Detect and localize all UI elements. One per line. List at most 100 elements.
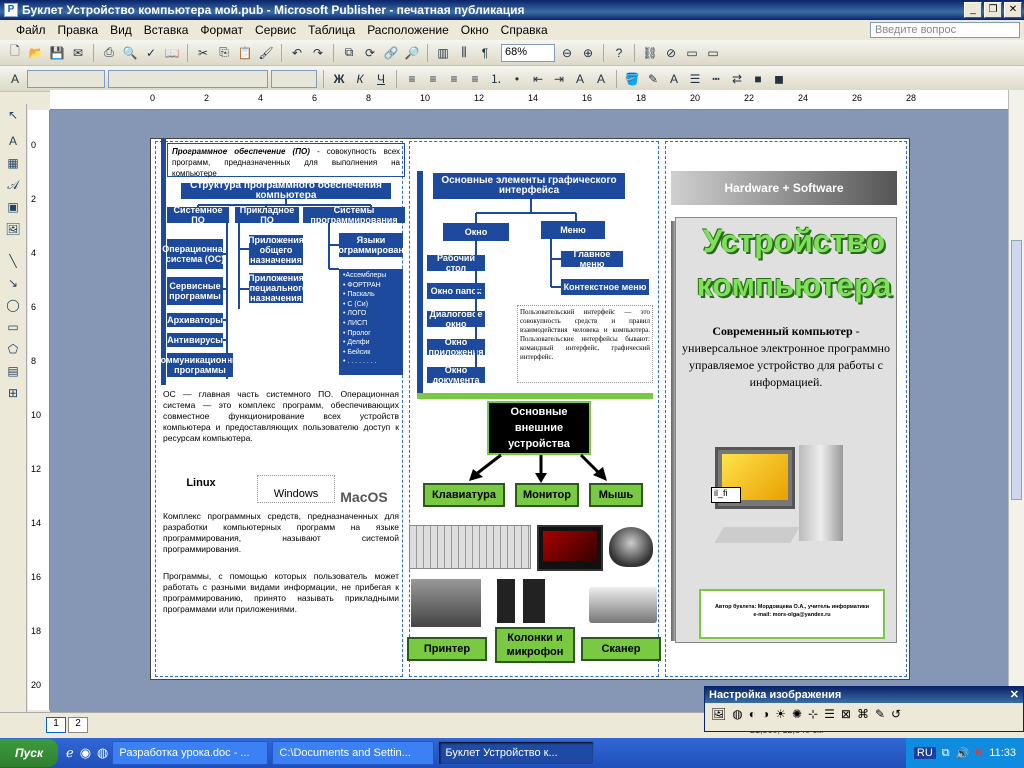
font-color-icon[interactable]: A [665, 70, 683, 88]
bring-front-icon[interactable]: ⧉ [340, 44, 358, 62]
network-icon[interactable]: ⧉ [942, 747, 950, 760]
os-paragraph[interactable]: ОС — главная часть системного ПО. Операц… [163, 389, 399, 444]
menu-tools[interactable]: Сервис [249, 23, 302, 37]
pilcrow-icon[interactable]: ¶ [476, 44, 494, 62]
next-frame-icon[interactable]: ▭ [683, 44, 701, 62]
devices-title[interactable]: Основные внешние устройства [487, 401, 591, 455]
less-contrast-icon[interactable]: ◑ [762, 707, 769, 721]
style-icon[interactable]: A [6, 70, 24, 88]
link-icon[interactable]: ⛓ [641, 44, 659, 62]
publication-page[interactable]: Программное обеспечение (ПО) - совокупно… [150, 138, 910, 680]
underline-icon[interactable]: Ч [372, 70, 390, 88]
author-box[interactable]: Автор буклета: Мордовцева О.А., учитель … [699, 589, 885, 639]
line-style-icon[interactable]: ☰ [686, 70, 704, 88]
print-icon[interactable]: ⎙ [100, 44, 118, 62]
menu-file[interactable]: Файл [10, 23, 52, 37]
language-indicator[interactable]: RU [913, 747, 936, 759]
device-printer[interactable]: Принтер [407, 637, 487, 661]
save-icon[interactable]: 💾 [48, 44, 66, 62]
software-definition[interactable]: Программное обеспечение (ПО) - совокупно… [167, 143, 405, 178]
hot-spot-icon[interactable]: ▤ [3, 364, 23, 382]
reset-picture-icon[interactable]: ↺ [891, 707, 901, 721]
increase-indent-icon[interactable]: ⇥ [550, 70, 568, 88]
vertical-ruler[interactable]: 0 2 4 6 8 10 12 14 16 18 20 [28, 110, 50, 710]
insert-hyperlink-icon[interactable]: 🔗 [382, 44, 400, 62]
format-picture-icon[interactable]: ✎ [875, 707, 885, 721]
page-button[interactable]: 1 [46, 717, 66, 733]
minimize-button[interactable]: _ [964, 2, 982, 18]
picture-icon[interactable]: 🖼 [3, 222, 23, 240]
page-button[interactable]: 2 [68, 717, 88, 733]
menu-insert[interactable]: Вставка [138, 23, 195, 37]
line-icon[interactable]: ╲ [3, 254, 23, 272]
zoom-out-icon[interactable]: ⊖ [558, 44, 576, 62]
volume-icon[interactable]: 🔊 [956, 747, 970, 760]
justify-icon[interactable]: ≡ [466, 70, 484, 88]
device-monitor[interactable]: Монитор [515, 483, 579, 507]
rotate-icon[interactable]: ⟳ [361, 44, 379, 62]
arrow-style-icon[interactable]: ⇄ [728, 70, 746, 88]
horizontal-ruler[interactable]: 0 2 4 6 8 10 12 14 16 18 20 22 24 26 28 [50, 90, 1022, 110]
zoom-icon[interactable]: 🔎 [403, 44, 421, 62]
size-select[interactable] [271, 69, 317, 88]
undo-icon[interactable]: ↶ [288, 44, 306, 62]
previous-frame-icon[interactable]: ▭ [704, 44, 722, 62]
zoom-select[interactable]: 68% [501, 43, 555, 62]
maximize-button[interactable]: ❐ [984, 2, 1002, 18]
dash-style-icon[interactable]: ┅ [707, 70, 725, 88]
application-paragraph[interactable]: Программы, с помощью которых пользовател… [163, 571, 399, 615]
unlink-icon[interactable]: ⊘ [662, 44, 680, 62]
menu-format[interactable]: Формат [194, 23, 249, 37]
autoshapes-icon[interactable]: ⬠ [3, 342, 23, 360]
help-icon[interactable]: ? [610, 44, 628, 62]
task-explorer[interactable]: C:\Documents and Settin... [272, 741, 435, 765]
more-brightness-icon[interactable]: ☀ [775, 707, 786, 721]
baseline-icon[interactable]: ⫼ [455, 44, 473, 62]
italic-icon[interactable]: К [351, 70, 369, 88]
email-icon[interactable]: ✉ [69, 44, 87, 62]
align-right-icon[interactable]: ≡ [445, 70, 463, 88]
paste-icon[interactable]: 📋 [236, 44, 254, 62]
menu-view[interactable]: Вид [104, 23, 138, 37]
menu-arrange[interactable]: Расположение [361, 23, 455, 37]
format-painter-icon[interactable]: 🖌 [257, 44, 275, 62]
gui-title[interactable]: Основные элементы графического интерфейс… [433, 173, 625, 199]
copy-icon[interactable]: ⎘ [215, 44, 233, 62]
ie-icon[interactable]: ℯ [66, 745, 74, 761]
shadow-style-icon[interactable]: ■ [749, 70, 767, 88]
cover-headline[interactable]: Устройство компьютера [691, 219, 897, 311]
scroll-thumb[interactable] [1011, 240, 1022, 500]
align-center-icon[interactable]: ≡ [424, 70, 442, 88]
decrease-indent-icon[interactable]: ⇤ [529, 70, 547, 88]
text-box-icon[interactable]: A [3, 134, 23, 152]
bullets-icon[interactable]: • [508, 70, 526, 88]
ask-question-input[interactable]: Введите вопрос [870, 22, 1020, 38]
fill-color-icon[interactable]: 🪣 [623, 70, 641, 88]
oval-icon[interactable]: ◯ [3, 298, 23, 316]
vertical-scrollbar[interactable] [1008, 90, 1024, 712]
preview-icon[interactable]: 🔍 [121, 44, 139, 62]
close-icon[interactable]: ✕ [1010, 687, 1023, 703]
increase-font-icon[interactable]: A [592, 70, 610, 88]
arrow-icon[interactable]: ↘ [3, 276, 23, 294]
cut-icon[interactable]: ✂ [194, 44, 212, 62]
line-color-icon[interactable]: ✎ [644, 70, 662, 88]
columns-icon[interactable]: ▥ [434, 44, 452, 62]
text-wrapping-icon[interactable]: ⌘ [857, 707, 869, 721]
prog-system-paragraph[interactable]: Комплекс программных средств, предназнач… [163, 511, 399, 555]
close-button[interactable]: ✕ [1004, 2, 1022, 18]
device-scanner[interactable]: Сканер [581, 637, 661, 661]
menu-edit[interactable]: Правка [52, 23, 105, 37]
insert-picture-icon[interactable]: 🖼 [711, 707, 726, 721]
clock[interactable]: 11:33 [989, 747, 1016, 759]
menu-help[interactable]: Справка [495, 23, 554, 37]
antivirus-icon[interactable]: K [975, 747, 983, 759]
device-keyboard[interactable]: Клавиатура [423, 483, 505, 507]
picture-frame-icon[interactable]: ▣ [3, 200, 23, 218]
task-publisher[interactable]: Буклет Устройство к... [438, 741, 595, 765]
task-word[interactable]: Разработка урока.doc - ... [112, 741, 269, 765]
compress-icon[interactable]: ⊠ [841, 707, 851, 721]
line-style-icon[interactable]: ☰ [824, 707, 835, 721]
new-icon[interactable]: 🗋 [6, 44, 24, 62]
firefox-icon[interactable]: ◍ [97, 745, 108, 761]
